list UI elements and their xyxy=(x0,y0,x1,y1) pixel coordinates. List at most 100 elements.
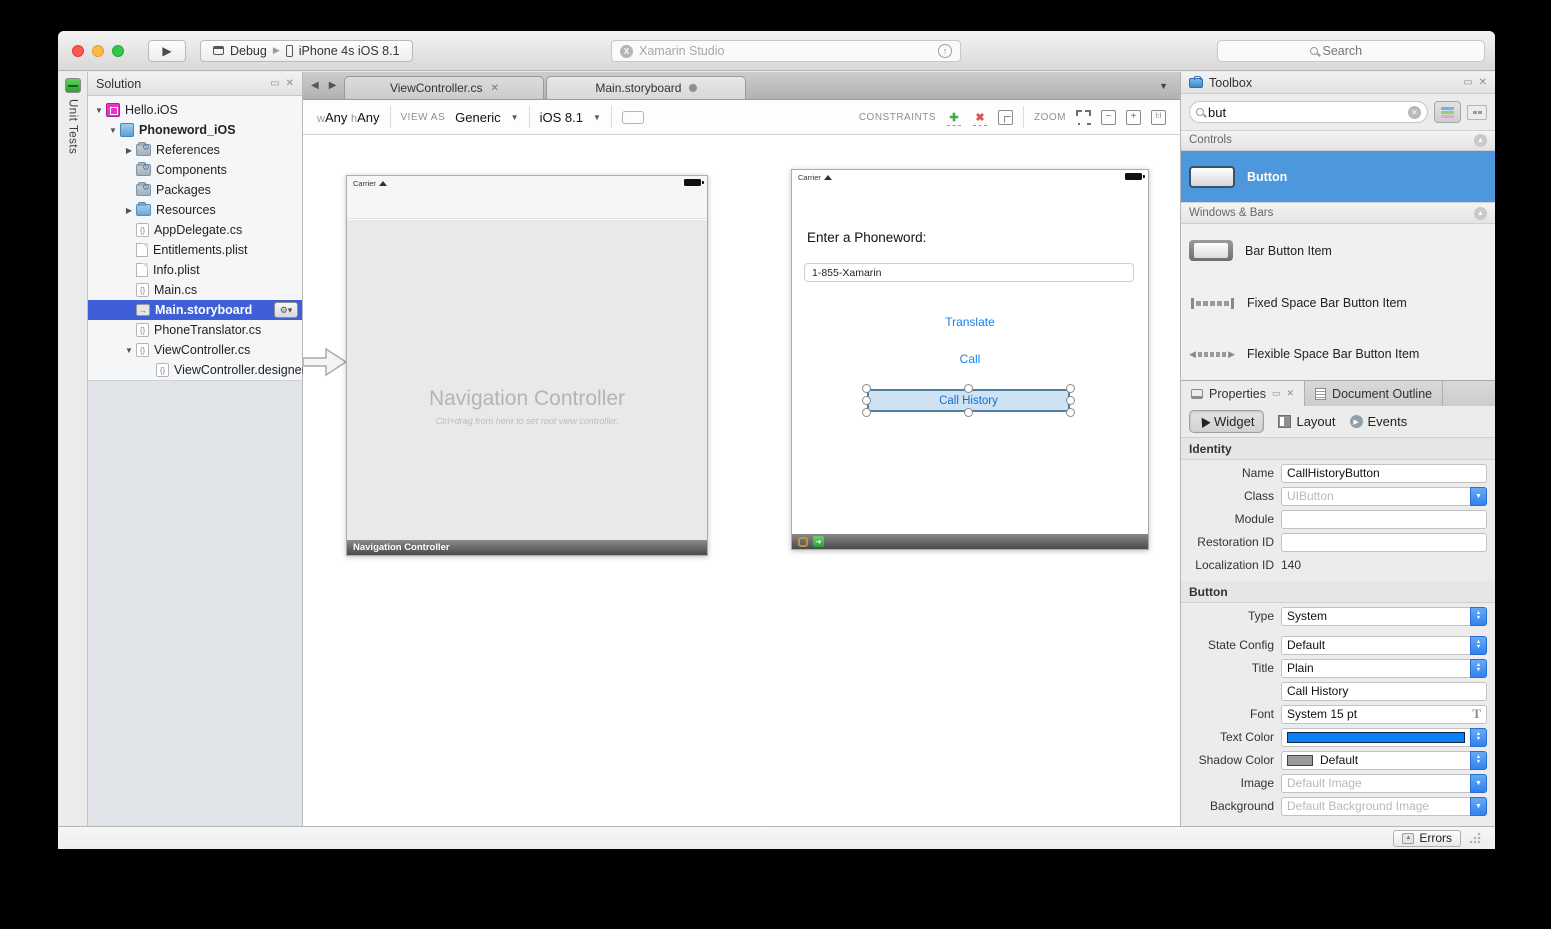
exit-segue-icon[interactable]: ➜ xyxy=(813,536,824,547)
toolbox-search-input[interactable] xyxy=(1208,105,1404,120)
close-window-button[interactable] xyxy=(72,45,84,57)
background-combo[interactable]: Default Background Image xyxy=(1281,797,1470,816)
title-style-select[interactable]: Plain xyxy=(1281,659,1470,678)
view-controller-scene[interactable]: Carrier Enter a Phoneword: Translate Cal… xyxy=(791,169,1149,550)
add-constraint-icon[interactable]: ✚ xyxy=(946,109,962,125)
title-text-input[interactable] xyxy=(1281,682,1487,701)
toolbox-search[interactable]: ✕ xyxy=(1189,101,1428,123)
pin-constraints-icon[interactable] xyxy=(998,110,1013,125)
stepper-icon[interactable]: ▲▼ xyxy=(1470,728,1487,747)
phoneword-text-field[interactable] xyxy=(804,263,1134,282)
tree-item-viewcontroller-designer[interactable]: {} ViewController.designer.cs xyxy=(88,360,302,380)
resize-handle[interactable] xyxy=(862,408,871,417)
tab-list-dropdown-icon[interactable]: ▼ xyxy=(1159,81,1176,91)
resize-handle[interactable] xyxy=(1066,384,1075,393)
minimize-window-button[interactable] xyxy=(92,45,104,57)
state-config-select[interactable]: Default xyxy=(1281,636,1470,655)
mode-layout[interactable]: Layout xyxy=(1278,414,1335,429)
resize-handle[interactable] xyxy=(862,396,871,405)
translate-button[interactable]: Translate xyxy=(792,315,1148,329)
dock-pane-icon[interactable]: ▭ xyxy=(270,78,279,89)
expander-down-icon[interactable]: ▼ xyxy=(124,346,134,355)
shadow-color-field[interactable]: Default xyxy=(1281,751,1470,770)
call-history-selection[interactable]: Call History xyxy=(867,389,1070,412)
global-search[interactable] xyxy=(1217,40,1485,62)
resize-handle[interactable] xyxy=(964,408,973,417)
tree-item-project[interactable]: ▼ Phoneword_iOS xyxy=(88,120,302,140)
stepper-icon[interactable]: ▲▼ xyxy=(1470,751,1487,770)
tree-item-infoplist[interactable]: Info.plist xyxy=(88,260,302,280)
stepper-icon[interactable]: ▲▼ xyxy=(1470,636,1487,655)
call-button[interactable]: Call xyxy=(792,352,1148,366)
name-input[interactable] xyxy=(1281,464,1487,483)
toolbox-compact-view-toggle[interactable] xyxy=(1467,105,1487,120)
unit-tests-dock-tab[interactable]: Unit Tests xyxy=(67,99,79,154)
expander-down-icon[interactable]: ▼ xyxy=(108,126,118,135)
errors-pad-button[interactable]: ▲ Errors xyxy=(1393,830,1461,847)
chevron-down-icon[interactable]: ▼ xyxy=(511,113,519,122)
chevron-down-icon[interactable]: ▼ xyxy=(593,113,601,122)
module-input[interactable] xyxy=(1281,510,1487,529)
device-mode-dropdown[interactable]: Generic xyxy=(455,110,501,125)
chevron-down-icon[interactable]: ▼ xyxy=(1470,487,1487,506)
zoom-fit-icon[interactable] xyxy=(1076,110,1091,125)
upload-icon[interactable]: ↑ xyxy=(938,44,952,58)
tree-item-viewcontroller[interactable]: ▼ {} ViewController.cs xyxy=(88,340,302,360)
tree-item-components[interactable]: Components xyxy=(88,160,302,180)
mode-widget[interactable]: Widget xyxy=(1189,410,1264,433)
resize-handle[interactable] xyxy=(862,384,871,393)
item-options-gear-button[interactable]: ⚙▾ xyxy=(274,302,298,318)
tree-item-appdelegate[interactable]: {} AppDelegate.cs xyxy=(88,220,302,240)
os-version-dropdown[interactable]: iOS 8.1 xyxy=(540,110,583,125)
zoom-actual-size-icon[interactable] xyxy=(1151,110,1166,125)
clear-search-icon[interactable]: ✕ xyxy=(1408,106,1421,119)
tab-document-outline[interactable]: Document Outline xyxy=(1305,381,1443,406)
image-combo[interactable]: Default Image xyxy=(1281,774,1470,793)
font-picker-icon[interactable]: T xyxy=(1472,706,1481,722)
stepper-icon[interactable]: ▲▼ xyxy=(1470,607,1487,626)
tab-properties[interactable]: Properties ▭ ✕ xyxy=(1181,381,1305,406)
restoration-id-input[interactable] xyxy=(1281,533,1487,552)
collapse-section-icon[interactable]: ▲ xyxy=(1474,134,1487,147)
stepper-icon[interactable]: ▲▼ xyxy=(1470,659,1487,678)
chevron-down-icon[interactable]: ▼ xyxy=(1470,797,1487,816)
toolbox-section-windows-bars[interactable]: Windows & Bars ▲ xyxy=(1181,202,1495,224)
nav-controller-body[interactable]: Navigation Controller Ctrl+drag from her… xyxy=(347,220,707,540)
tree-item-entitlements[interactable]: Entitlements.plist xyxy=(88,240,302,260)
nav-back-icon[interactable]: ◀ xyxy=(311,80,319,91)
tree-item-phonetranslator[interactable]: {} PhoneTranslator.cs xyxy=(88,320,302,340)
nav-forward-icon[interactable]: ▶ xyxy=(329,80,337,91)
run-button[interactable]: ▶ xyxy=(148,40,186,62)
zoom-window-button[interactable] xyxy=(112,45,124,57)
close-pane-icon[interactable]: ✕ xyxy=(1479,77,1487,88)
class-combo[interactable]: UIButton xyxy=(1281,487,1470,506)
toolbox-list-view-toggle[interactable] xyxy=(1434,101,1461,123)
nav-controller-scene[interactable]: Carrier Navigation Controller Ctrl+drag … xyxy=(346,175,708,556)
tree-item-mainstoryboard[interactable]: → Main.storyboard ⚙▾ xyxy=(88,300,302,320)
toolbox-item-fixed-space[interactable]: Fixed Space Bar Button Item xyxy=(1181,278,1495,329)
dock-pane-icon[interactable]: ▭ xyxy=(1272,388,1281,399)
chevron-down-icon[interactable]: ▼ xyxy=(1470,774,1487,793)
expander-down-icon[interactable]: ▼ xyxy=(94,106,104,115)
orientation-toggle-icon[interactable] xyxy=(622,111,644,124)
font-field[interactable]: System 15 pt T xyxy=(1281,705,1487,724)
zoom-in-icon[interactable] xyxy=(1126,110,1141,125)
remove-constraint-icon[interactable]: ✖ xyxy=(972,109,988,125)
close-pane-icon[interactable]: ✕ xyxy=(286,78,294,89)
tree-item-resources[interactable]: ▶ Resources xyxy=(88,200,302,220)
toolbox-item-bar-button[interactable]: Bar Button Item xyxy=(1181,224,1495,278)
size-class-selector[interactable]: wAny hAny xyxy=(317,110,380,125)
resize-grip[interactable] xyxy=(1469,832,1481,844)
dock-pane-icon[interactable]: ▭ xyxy=(1463,77,1472,88)
close-tab-icon[interactable]: ✕ xyxy=(490,83,498,94)
toolbox-section-controls[interactable]: Controls ▲ xyxy=(1181,130,1495,152)
toolbox-item-button[interactable]: Button xyxy=(1181,151,1495,202)
collapse-section-icon[interactable]: ▲ xyxy=(1474,207,1487,220)
storyboard-entry-arrow[interactable] xyxy=(303,341,349,383)
tree-item-maincs[interactable]: {} Main.cs xyxy=(88,280,302,300)
zoom-out-icon[interactable] xyxy=(1101,110,1116,125)
configuration-selector[interactable]: Debug ▶ iPhone 4s iOS 8.1 xyxy=(200,40,413,62)
toolbox-item-flexible-space[interactable]: ◀▶ Flexible Space Bar Button Item xyxy=(1181,329,1495,380)
resize-handle[interactable] xyxy=(1066,396,1075,405)
resize-handle[interactable] xyxy=(1066,408,1075,417)
